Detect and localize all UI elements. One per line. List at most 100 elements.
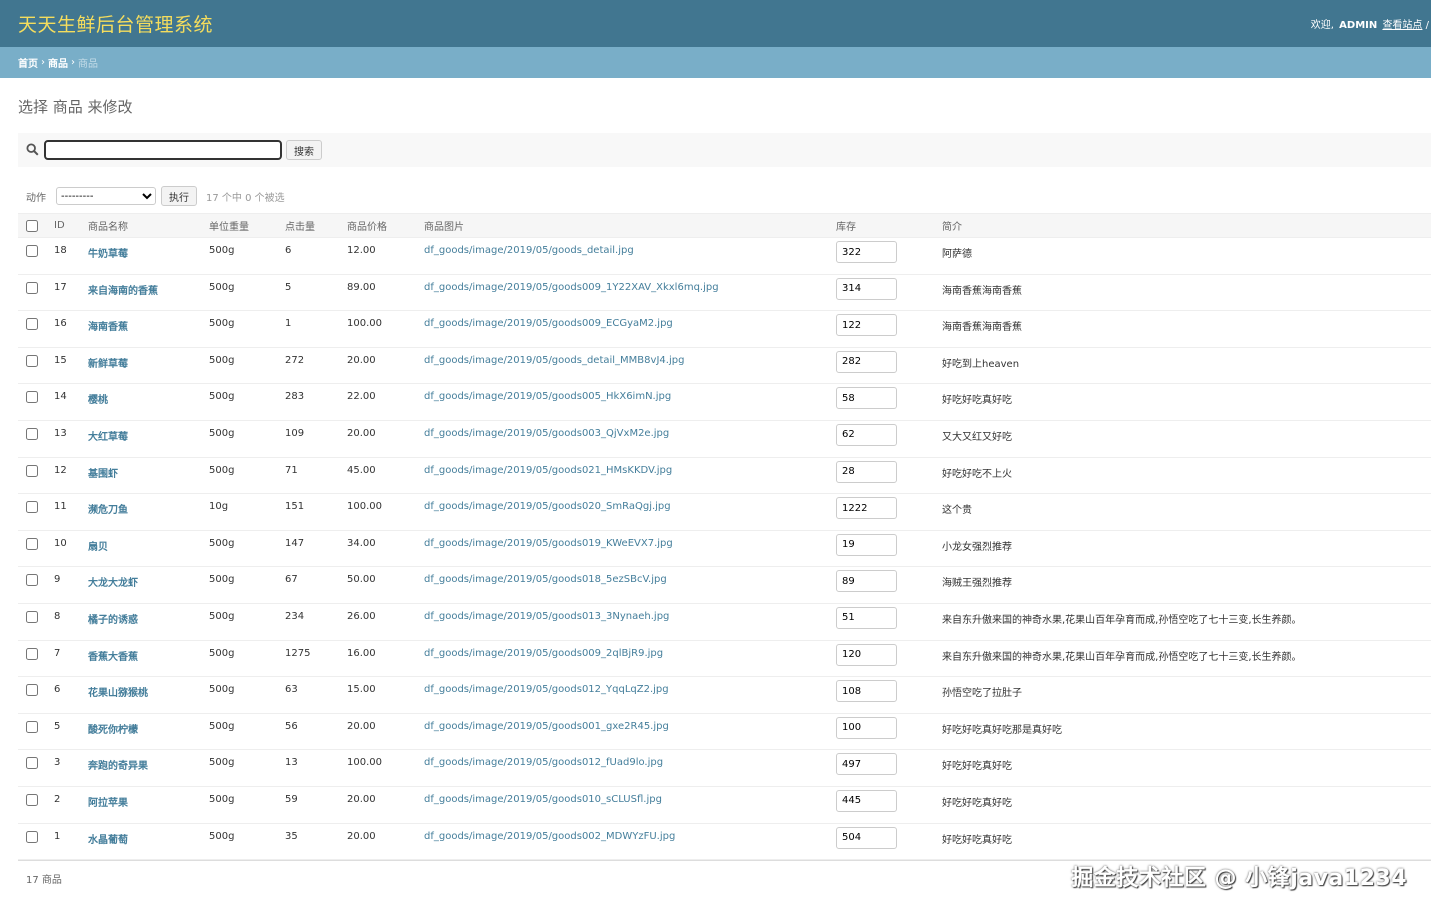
product-link[interactable]: 大红草莓 — [88, 432, 128, 443]
row-checkbox[interactable] — [26, 501, 38, 514]
column-header-image[interactable]: 商品图片 — [416, 213, 828, 238]
stock-input[interactable] — [836, 753, 897, 776]
cell-stock — [828, 383, 934, 421]
breadcrumb-home[interactable]: 首页 — [18, 55, 38, 70]
cell-price: 45.00 — [339, 457, 416, 495]
column-header-id[interactable]: ID — [46, 213, 80, 238]
cell-unit: 500g — [201, 749, 277, 787]
stock-input[interactable] — [836, 680, 897, 703]
cell-stock — [828, 603, 934, 641]
product-link[interactable]: 香蕉大香蕉 — [88, 652, 138, 663]
search-input[interactable] — [44, 140, 282, 160]
row-checkbox[interactable] — [26, 537, 38, 550]
product-link[interactable]: 牛奶草莓 — [88, 249, 128, 260]
stock-input[interactable] — [836, 314, 897, 337]
cell-clicks: 13 — [277, 749, 339, 787]
row-checkbox[interactable] — [26, 757, 38, 770]
product-link[interactable]: 奔跑的奇异果 — [88, 761, 148, 772]
row-checkbox[interactable] — [26, 354, 38, 367]
run-action-button[interactable]: 执行 — [161, 186, 197, 206]
image-link[interactable]: df_goods/image/2019/05/goods013_3Nynaeh.… — [424, 611, 669, 622]
image-link[interactable]: df_goods/image/2019/05/goods009_1Y22XAV_… — [424, 282, 719, 293]
product-link[interactable]: 水晶葡萄 — [88, 835, 128, 846]
row-checkbox[interactable] — [26, 720, 38, 733]
cell-desc: 小龙女强烈推荐 — [934, 530, 1431, 568]
stock-input[interactable] — [836, 643, 897, 666]
row-checkbox[interactable] — [26, 830, 38, 843]
product-link[interactable]: 阿拉苹果 — [88, 798, 128, 809]
column-header-stock[interactable]: 库存 — [828, 213, 934, 238]
stock-input[interactable] — [836, 826, 897, 849]
cell-unit: 500g — [201, 347, 277, 385]
row-checkbox[interactable] — [26, 318, 38, 331]
image-link[interactable]: df_goods/image/2019/05/goods012_YqqLqZ2.… — [424, 684, 669, 695]
stock-input[interactable] — [836, 789, 897, 812]
cell-price: 100.00 — [339, 749, 416, 787]
stock-input[interactable] — [836, 423, 897, 446]
row-checkbox[interactable] — [26, 793, 38, 806]
site-name[interactable]: 天天生鲜后台管理系统 — [18, 10, 213, 37]
image-link[interactable]: df_goods/image/2019/05/goods019_KWeEVX7.… — [424, 538, 673, 549]
stock-input[interactable] — [836, 387, 897, 410]
column-header-clicks[interactable]: 点击量 — [277, 213, 339, 238]
row-checkbox[interactable] — [26, 574, 38, 587]
search-button[interactable]: 搜索 — [286, 140, 322, 160]
row-checkbox[interactable] — [26, 427, 38, 440]
cell-clicks: 59 — [277, 786, 339, 824]
cell-price: 20.00 — [339, 713, 416, 751]
action-select[interactable]: --------- — [56, 187, 156, 205]
product-link[interactable]: 海南香蕉 — [88, 322, 128, 333]
row-checkbox[interactable] — [26, 281, 38, 294]
product-link[interactable]: 濒危刀鱼 — [88, 505, 128, 516]
image-link[interactable]: df_goods/image/2019/05/goods009_2qlBjR9.… — [424, 648, 663, 659]
product-link[interactable]: 花果山猕猴桃 — [88, 688, 148, 699]
product-link[interactable]: 来自海南的香蕉 — [88, 286, 158, 297]
column-header-unit[interactable]: 单位重量 — [201, 213, 277, 238]
product-link[interactable]: 酸死你柠檬 — [88, 725, 138, 736]
view-site-link[interactable]: 查看站点 — [1382, 20, 1422, 31]
product-link[interactable]: 新鲜草莓 — [88, 359, 128, 370]
image-link[interactable]: df_goods/image/2019/05/goods012_fUad9lo.… — [424, 757, 663, 768]
image-link[interactable]: df_goods/image/2019/05/goods020_SmRaQgj.… — [424, 501, 671, 512]
column-header-desc[interactable]: 简介 — [934, 213, 1431, 238]
row-checkbox[interactable] — [26, 391, 38, 404]
image-link[interactable]: df_goods/image/2019/05/goods003_QjVxM2e.… — [424, 428, 669, 439]
stock-input[interactable] — [836, 570, 897, 593]
select-all-checkbox[interactable] — [26, 219, 38, 232]
cell-clicks: 5 — [277, 274, 339, 312]
row-checkbox[interactable] — [26, 684, 38, 697]
image-link[interactable]: df_goods/image/2019/05/goods005_HkX6imN.… — [424, 391, 671, 402]
cell-unit: 10g — [201, 493, 277, 531]
product-link[interactable]: 扇贝 — [88, 542, 108, 553]
stock-input[interactable] — [836, 497, 897, 520]
image-link[interactable]: df_goods/image/2019/05/goods001_gxe2R45.… — [424, 721, 669, 732]
breadcrumb-app[interactable]: 商品 — [48, 55, 68, 70]
cell-id: 6 — [46, 676, 80, 714]
row-checkbox[interactable] — [26, 464, 38, 477]
cell-image: df_goods/image/2019/05/goods018_5ezSBcV.… — [416, 566, 828, 604]
image-link[interactable]: df_goods/image/2019/05/goods002_MDWYzFU.… — [424, 831, 675, 842]
image-link[interactable]: df_goods/image/2019/05/goods010_sCLUSfl.… — [424, 794, 662, 805]
stock-input[interactable] — [836, 350, 897, 373]
row-checkbox[interactable] — [26, 245, 38, 257]
image-link[interactable]: df_goods/image/2019/05/goods_detail.jpg — [424, 245, 634, 256]
image-link[interactable]: df_goods/image/2019/05/goods021_HMsKKDV.… — [424, 465, 672, 476]
stock-input[interactable] — [836, 716, 897, 739]
product-link[interactable]: 基围虾 — [88, 469, 118, 480]
product-link[interactable]: 樱桃 — [88, 395, 108, 406]
product-link[interactable]: 橘子的诱惑 — [88, 615, 138, 626]
cell-desc: 好吃到上heaven — [934, 347, 1431, 385]
image-link[interactable]: df_goods/image/2019/05/goods009_ECGyaM2.… — [424, 318, 673, 329]
column-header-price[interactable]: 商品价格 — [339, 213, 416, 238]
stock-input[interactable] — [836, 241, 897, 263]
product-link[interactable]: 大龙大龙虾 — [88, 578, 138, 589]
image-link[interactable]: df_goods/image/2019/05/goods_detail_MMB8… — [424, 355, 684, 366]
image-link[interactable]: df_goods/image/2019/05/goods018_5ezSBcV.… — [424, 574, 667, 585]
stock-input[interactable] — [836, 533, 897, 556]
column-header-name[interactable]: 商品名称 — [80, 213, 201, 238]
stock-input[interactable] — [836, 606, 897, 629]
row-checkbox[interactable] — [26, 647, 38, 660]
stock-input[interactable] — [836, 460, 897, 483]
row-checkbox[interactable] — [26, 610, 38, 623]
stock-input[interactable] — [836, 277, 897, 300]
